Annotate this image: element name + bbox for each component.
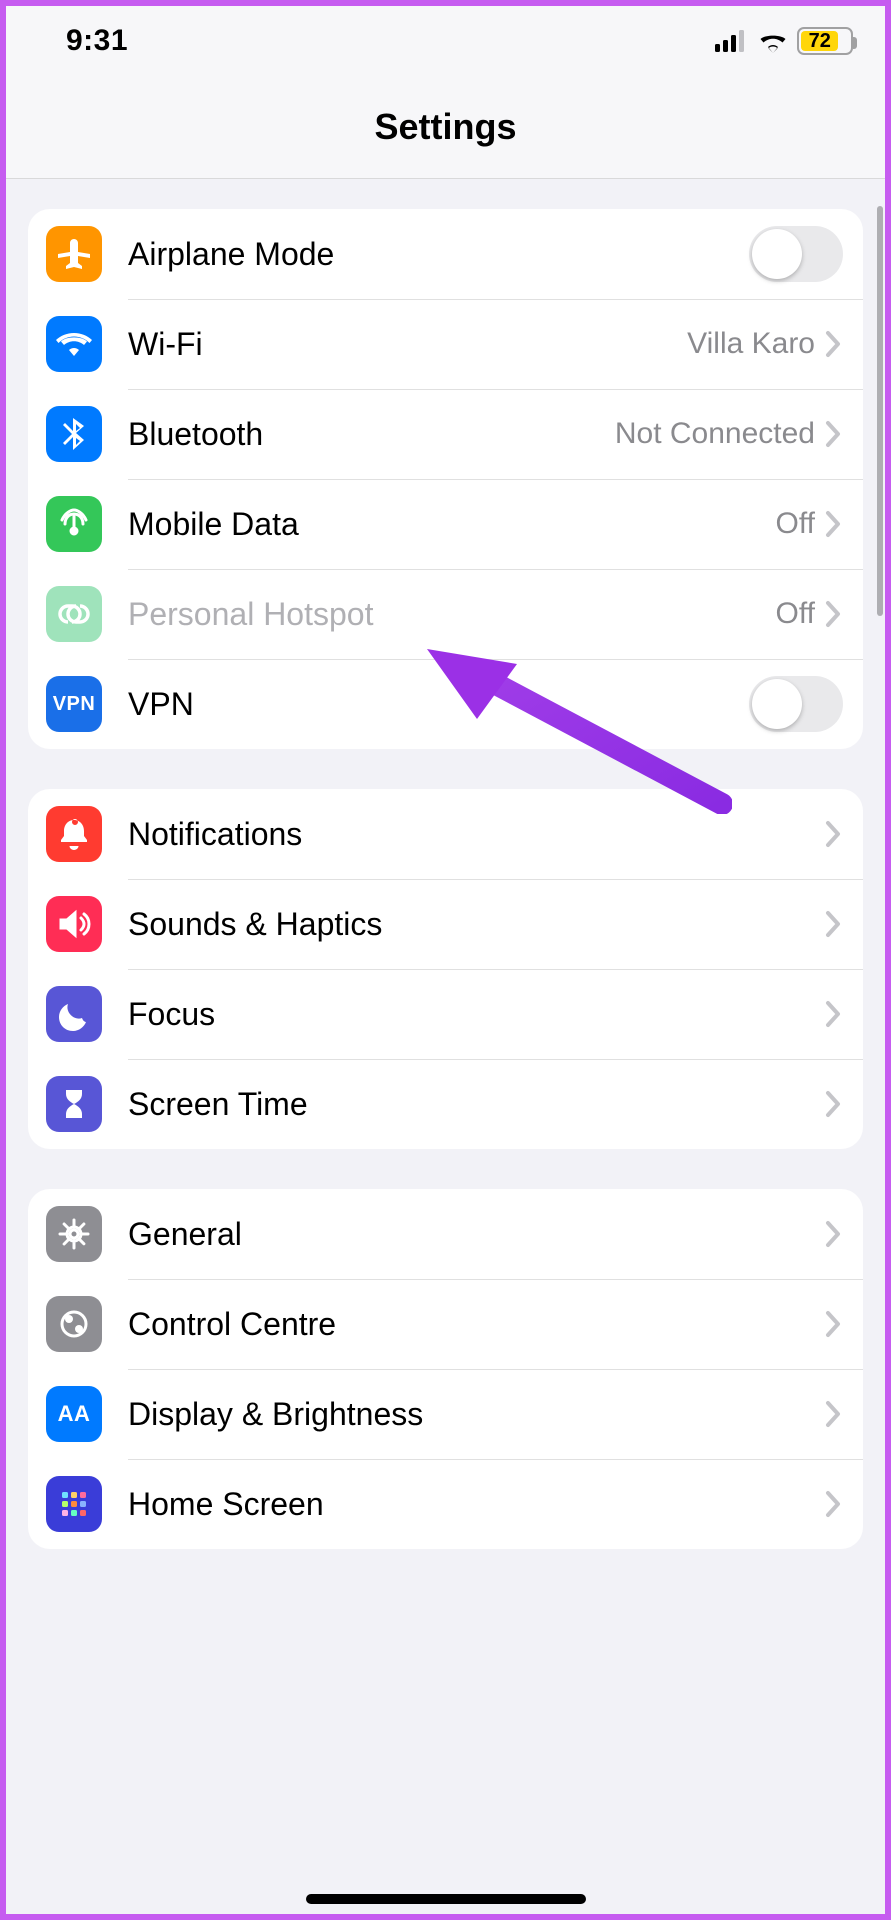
notifications-icon (46, 806, 102, 862)
settings-group-notifications: Notifications Sounds & Haptics Focus (28, 789, 863, 1149)
row-value: Villa Karo (687, 327, 815, 361)
row-control-centre[interactable]: Control Centre (28, 1279, 863, 1369)
vpn-icon: VPN (46, 676, 102, 732)
focus-icon (46, 986, 102, 1042)
chevron-right-icon (825, 1000, 843, 1028)
row-wifi[interactable]: Wi-Fi Villa Karo (28, 299, 863, 389)
vpn-toggle[interactable] (749, 676, 843, 732)
chevron-right-icon (825, 820, 843, 848)
row-bluetooth[interactable]: Bluetooth Not Connected (28, 389, 863, 479)
settings-group-general: General Control Centre AA Display & Brig… (28, 1189, 863, 1549)
row-label: Airplane Mode (128, 236, 749, 273)
row-airplane-mode[interactable]: Airplane Mode (28, 209, 863, 299)
airplane-toggle[interactable] (749, 226, 843, 282)
row-label: Home Screen (128, 1486, 825, 1523)
display-icon: AA (46, 1386, 102, 1442)
status-time: 9:31 (66, 24, 128, 58)
chevron-right-icon (825, 1490, 843, 1518)
nav-bar: Settings (6, 76, 885, 179)
home-indicator[interactable] (306, 1894, 586, 1904)
row-label: General (128, 1216, 825, 1253)
controlcentre-icon (46, 1296, 102, 1352)
row-label: Bluetooth (128, 416, 615, 453)
homescreen-icon (46, 1476, 102, 1532)
cellular-signal-icon (715, 30, 749, 52)
row-value: Off (776, 597, 815, 631)
general-icon (46, 1206, 102, 1262)
row-notifications[interactable]: Notifications (28, 789, 863, 879)
row-label: Sounds & Haptics (128, 906, 825, 943)
wifi-icon (46, 316, 102, 372)
hotspot-icon (46, 586, 102, 642)
battery-status-icon: 72 (797, 27, 853, 55)
airplane-icon (46, 226, 102, 282)
wifi-status-icon (757, 29, 789, 53)
chevron-right-icon (825, 1310, 843, 1338)
row-screen-time[interactable]: Screen Time (28, 1059, 863, 1149)
row-label: Notifications (128, 816, 825, 853)
row-home-screen[interactable]: Home Screen (28, 1459, 863, 1549)
row-vpn[interactable]: VPN VPN (28, 659, 863, 749)
settings-group-connectivity: Airplane Mode Wi-Fi Villa Karo Bluetooth… (28, 209, 863, 749)
row-label: Control Centre (128, 1306, 825, 1343)
row-display-brightness[interactable]: AA Display & Brightness (28, 1369, 863, 1459)
row-value: Off (776, 507, 815, 541)
mobiledata-icon (46, 496, 102, 552)
row-sounds-haptics[interactable]: Sounds & Haptics (28, 879, 863, 969)
row-personal-hotspot[interactable]: Personal Hotspot Off (28, 569, 863, 659)
chevron-right-icon (825, 1220, 843, 1248)
row-general[interactable]: General (28, 1189, 863, 1279)
row-label: VPN (128, 686, 749, 723)
screentime-icon (46, 1076, 102, 1132)
row-label: Display & Brightness (128, 1396, 825, 1433)
row-mobile-data[interactable]: Mobile Data Off (28, 479, 863, 569)
bluetooth-icon (46, 406, 102, 462)
row-label: Screen Time (128, 1086, 825, 1123)
row-label: Focus (128, 996, 825, 1033)
chevron-right-icon (825, 330, 843, 358)
chevron-right-icon (825, 420, 843, 448)
page-title: Settings (6, 106, 885, 148)
chevron-right-icon (825, 1090, 843, 1118)
row-label: Wi-Fi (128, 326, 687, 363)
chevron-right-icon (825, 1400, 843, 1428)
scroll-indicator (877, 206, 883, 616)
chevron-right-icon (825, 910, 843, 938)
row-focus[interactable]: Focus (28, 969, 863, 1059)
row-label: Mobile Data (128, 506, 776, 543)
row-label: Personal Hotspot (128, 596, 776, 633)
chevron-right-icon (825, 510, 843, 538)
status-bar: 9:31 72 (6, 6, 885, 76)
chevron-right-icon (825, 600, 843, 628)
sounds-icon (46, 896, 102, 952)
row-value: Not Connected (615, 417, 815, 451)
